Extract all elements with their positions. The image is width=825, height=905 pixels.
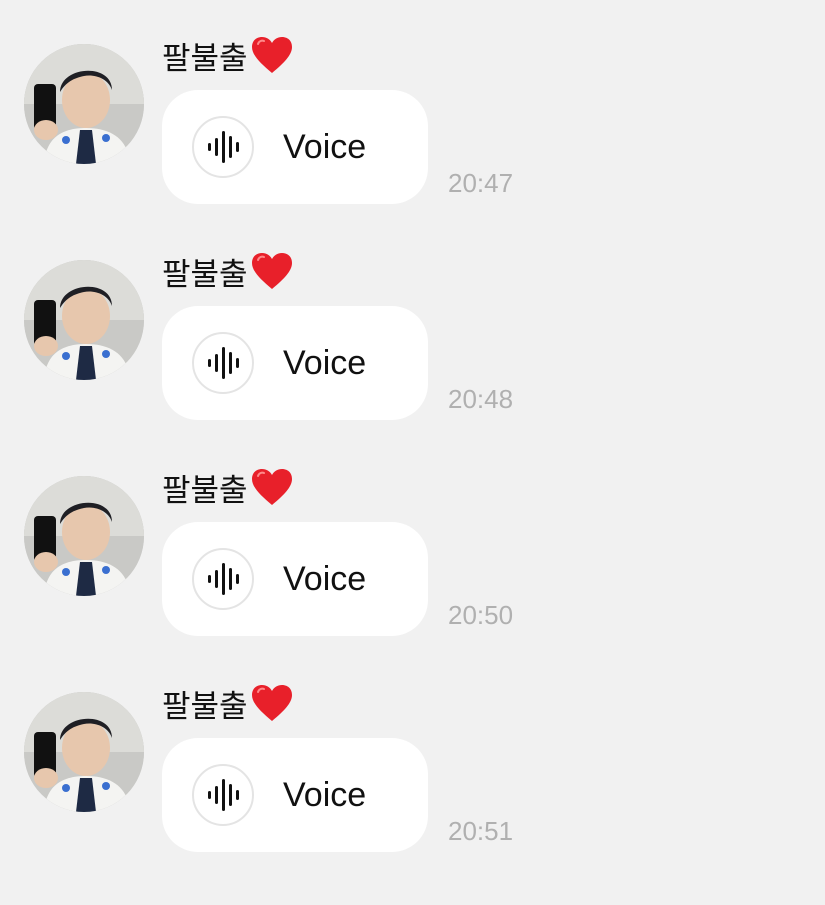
voice-label: Voice (283, 775, 367, 814)
sender-name-text: 팔불출 (162, 40, 248, 77)
message-row: 팔불출 Voice 20:47 (0, 0, 825, 216)
sender-name-text: 팔불출 (162, 472, 248, 509)
sender-name: 팔불출 (162, 246, 294, 296)
voice-label: Voice (283, 343, 367, 382)
message-timestamp: 20:48 (448, 384, 514, 414)
message-timestamp: 20:50 (448, 600, 514, 630)
sound-wave-icon (208, 131, 239, 163)
avatar[interactable] (24, 476, 144, 596)
voice-message-bubble[interactable]: Voice (162, 738, 428, 852)
voice-label: Voice (283, 127, 367, 166)
message-row: 팔불출 Voice 20:51 (0, 648, 825, 864)
message-timestamp: 20:47 (448, 168, 514, 198)
sender-name: 팔불출 (162, 462, 294, 512)
sender-name-text: 팔불출 (162, 256, 248, 293)
sound-wave-icon (208, 563, 239, 595)
voice-play-button[interactable] (192, 764, 254, 826)
heart-icon (250, 251, 294, 291)
heart-icon (250, 467, 294, 507)
voice-message-bubble[interactable]: Voice (162, 522, 428, 636)
avatar[interactable] (24, 692, 144, 812)
sound-wave-icon (208, 779, 239, 811)
sender-name-text: 팔불출 (162, 688, 248, 725)
voice-message-bubble[interactable]: Voice (162, 306, 428, 420)
sender-name: 팔불출 (162, 678, 294, 728)
avatar[interactable] (24, 260, 144, 380)
voice-play-button[interactable] (192, 116, 254, 178)
message-row: 팔불출 Voice 20:48 (0, 216, 825, 432)
sender-name: 팔불출 (162, 30, 294, 80)
message-row: 팔불출 Voice 20:50 (0, 432, 825, 648)
heart-icon (250, 683, 294, 723)
voice-play-button[interactable] (192, 332, 254, 394)
voice-message-bubble[interactable]: Voice (162, 90, 428, 204)
heart-icon (250, 35, 294, 75)
avatar[interactable] (24, 44, 144, 164)
voice-label: Voice (283, 559, 367, 598)
voice-play-button[interactable] (192, 548, 254, 610)
message-timestamp: 20:51 (448, 816, 514, 846)
sound-wave-icon (208, 347, 239, 379)
